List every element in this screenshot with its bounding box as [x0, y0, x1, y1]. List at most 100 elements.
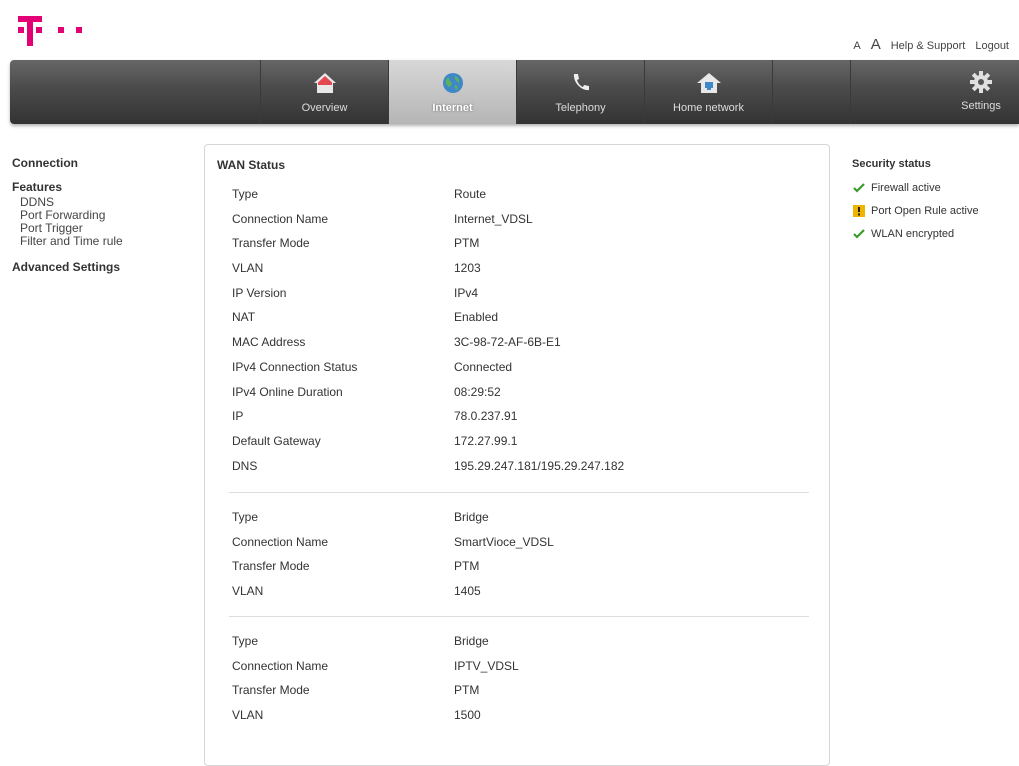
row-value: 1203 — [454, 261, 481, 276]
tab-internet[interactable]: Internet — [388, 60, 516, 124]
table-row: IPv4 Online Duration 08:29:52 — [232, 385, 808, 410]
tab-telephony[interactable]: Telephony — [516, 60, 644, 124]
security-item-wlan: WLAN encrypted — [852, 228, 979, 240]
security-item-port-open: Port Open Rule active — [852, 205, 979, 217]
security-item-label: Firewall active — [871, 182, 941, 194]
nav-separator — [772, 60, 773, 124]
row-label: Connection Name — [232, 534, 329, 549]
row-label: IP — [232, 409, 244, 424]
row-value: 195.29.247.181/195.29.247.182 — [454, 458, 625, 473]
row-label: Type — [232, 187, 259, 201]
row-value: 1500 — [454, 708, 481, 723]
tab-internet-label: Internet — [432, 102, 473, 114]
security-item-label: WLAN encrypted — [871, 228, 955, 240]
row-label: Transfer Mode — [232, 559, 310, 574]
home-icon — [313, 73, 336, 93]
row-label: Connection Name — [232, 211, 329, 226]
row-label: VLAN — [232, 261, 264, 276]
table-row: IPv4 Connection Status Connected — [232, 360, 808, 385]
table-row: MAC Address 3C-98-72-AF-6B-E1 — [232, 335, 808, 360]
main-navigation: Overview Internet Telephony Home network… — [10, 60, 1019, 124]
row-label: MAC Address — [232, 335, 306, 350]
warning-icon — [852, 205, 866, 217]
table-row: VLAN 1500 — [232, 708, 808, 733]
row-value: Internet_VDSL — [454, 211, 533, 226]
check-icon — [852, 228, 866, 240]
table-row: DNS 195.29.247.181/195.29.247.182 — [232, 459, 808, 484]
check-icon — [852, 182, 866, 194]
tab-overview-label: Overview — [301, 102, 348, 114]
row-value: Enabled — [454, 310, 499, 325]
sidebar-item-advanced-settings[interactable]: Advanced Settings — [12, 260, 123, 274]
row-value: PTM — [454, 236, 480, 251]
wan-group-voice: Type Bridge Connection Name SmartVioce_VDS… — [232, 510, 808, 609]
row-label: VLAN — [232, 584, 264, 599]
security-item-firewall: Firewall active — [852, 182, 979, 194]
row-value: Connected — [454, 359, 513, 374]
top-links: A A Help & Support Logout — [853, 36, 1009, 53]
telekom-logo-icon — [18, 16, 82, 46]
logout-link[interactable]: Logout — [975, 40, 1009, 52]
wan-group-internet: Type Route Connection Name Internet_VDSL T… — [232, 187, 808, 483]
table-row: Connection Name SmartVioce_VDSL — [232, 535, 808, 560]
help-support-link[interactable]: Help & Support — [891, 40, 966, 52]
tab-settings[interactable]: Settings — [951, 60, 1011, 124]
font-size-large-button[interactable]: A — [871, 36, 881, 53]
divider — [229, 616, 809, 617]
security-status: Security status Firewall active Port Ope… — [852, 158, 979, 251]
row-label: DNS — [232, 458, 258, 473]
row-value: PTM — [454, 683, 480, 698]
row-value: 08:29:52 — [454, 384, 501, 399]
tab-telephony-label: Telephony — [555, 102, 606, 114]
wan-group-iptv: Type Bridge Connection Name IPTV_VDSL Tran… — [232, 634, 808, 733]
sidebar: Connection Features DDNS Port Forwarding… — [12, 156, 123, 284]
table-row: Connection Name IPTV_VDSL — [232, 659, 808, 684]
sidebar-item-connection[interactable]: Connection — [12, 156, 123, 170]
row-value: Route — [454, 187, 487, 201]
panel-title: WAN Status — [217, 158, 286, 172]
row-label: IP Version — [232, 285, 287, 300]
table-row: Type Route — [232, 187, 808, 212]
table-row: Connection Name Internet_VDSL — [232, 212, 808, 237]
globe-icon — [442, 73, 463, 93]
table-row: NAT Enabled — [232, 310, 808, 335]
row-label: IPv4 Connection Status — [232, 359, 358, 374]
sidebar-item-filter-time-rule[interactable]: Filter and Time rule — [20, 235, 123, 248]
table-row: Transfer Mode PTM — [232, 559, 808, 584]
row-value: 1405 — [454, 584, 481, 599]
tab-settings-label: Settings — [961, 100, 1001, 112]
tab-overview[interactable]: Overview — [260, 60, 388, 124]
row-label: Type — [232, 510, 259, 524]
row-value: PTM — [454, 559, 480, 574]
telekom-logo[interactable] — [18, 14, 104, 51]
divider — [229, 492, 809, 493]
home-network-icon — [696, 73, 721, 93]
row-value: 78.0.237.91 — [454, 409, 518, 424]
row-value: 172.27.99.1 — [454, 433, 518, 448]
table-row: Transfer Mode PTM — [232, 236, 808, 261]
row-label: Transfer Mode — [232, 683, 310, 698]
row-label: Transfer Mode — [232, 236, 310, 251]
nav-separator — [850, 60, 851, 124]
font-size-small-button[interactable]: A — [853, 40, 860, 52]
tab-home-network-label: Home network — [673, 102, 744, 114]
row-label: Type — [232, 634, 259, 648]
row-label: Default Gateway — [232, 433, 321, 448]
row-label: IPv4 Online Duration — [232, 384, 343, 399]
table-row: VLAN 1405 — [232, 584, 808, 609]
row-value: IPv4 — [454, 285, 479, 300]
tab-home-network[interactable]: Home network — [644, 60, 772, 124]
row-label: Connection Name — [232, 658, 329, 673]
row-value: SmartVioce_VDSL — [454, 534, 554, 549]
security-item-label: Port Open Rule active — [871, 205, 979, 217]
row-value: IPTV_VDSL — [454, 658, 519, 673]
table-row: Default Gateway 172.27.99.1 — [232, 434, 808, 459]
phone-icon — [573, 74, 589, 91]
row-value: Bridge — [454, 510, 489, 524]
row-value: 3C-98-72-AF-6B-E1 — [454, 335, 561, 350]
gear-icon — [970, 71, 992, 93]
row-label: NAT — [232, 310, 256, 325]
table-row: Transfer Mode PTM — [232, 683, 808, 708]
table-row: IP 78.0.237.91 — [232, 409, 808, 434]
sidebar-item-features[interactable]: Features — [12, 180, 123, 194]
